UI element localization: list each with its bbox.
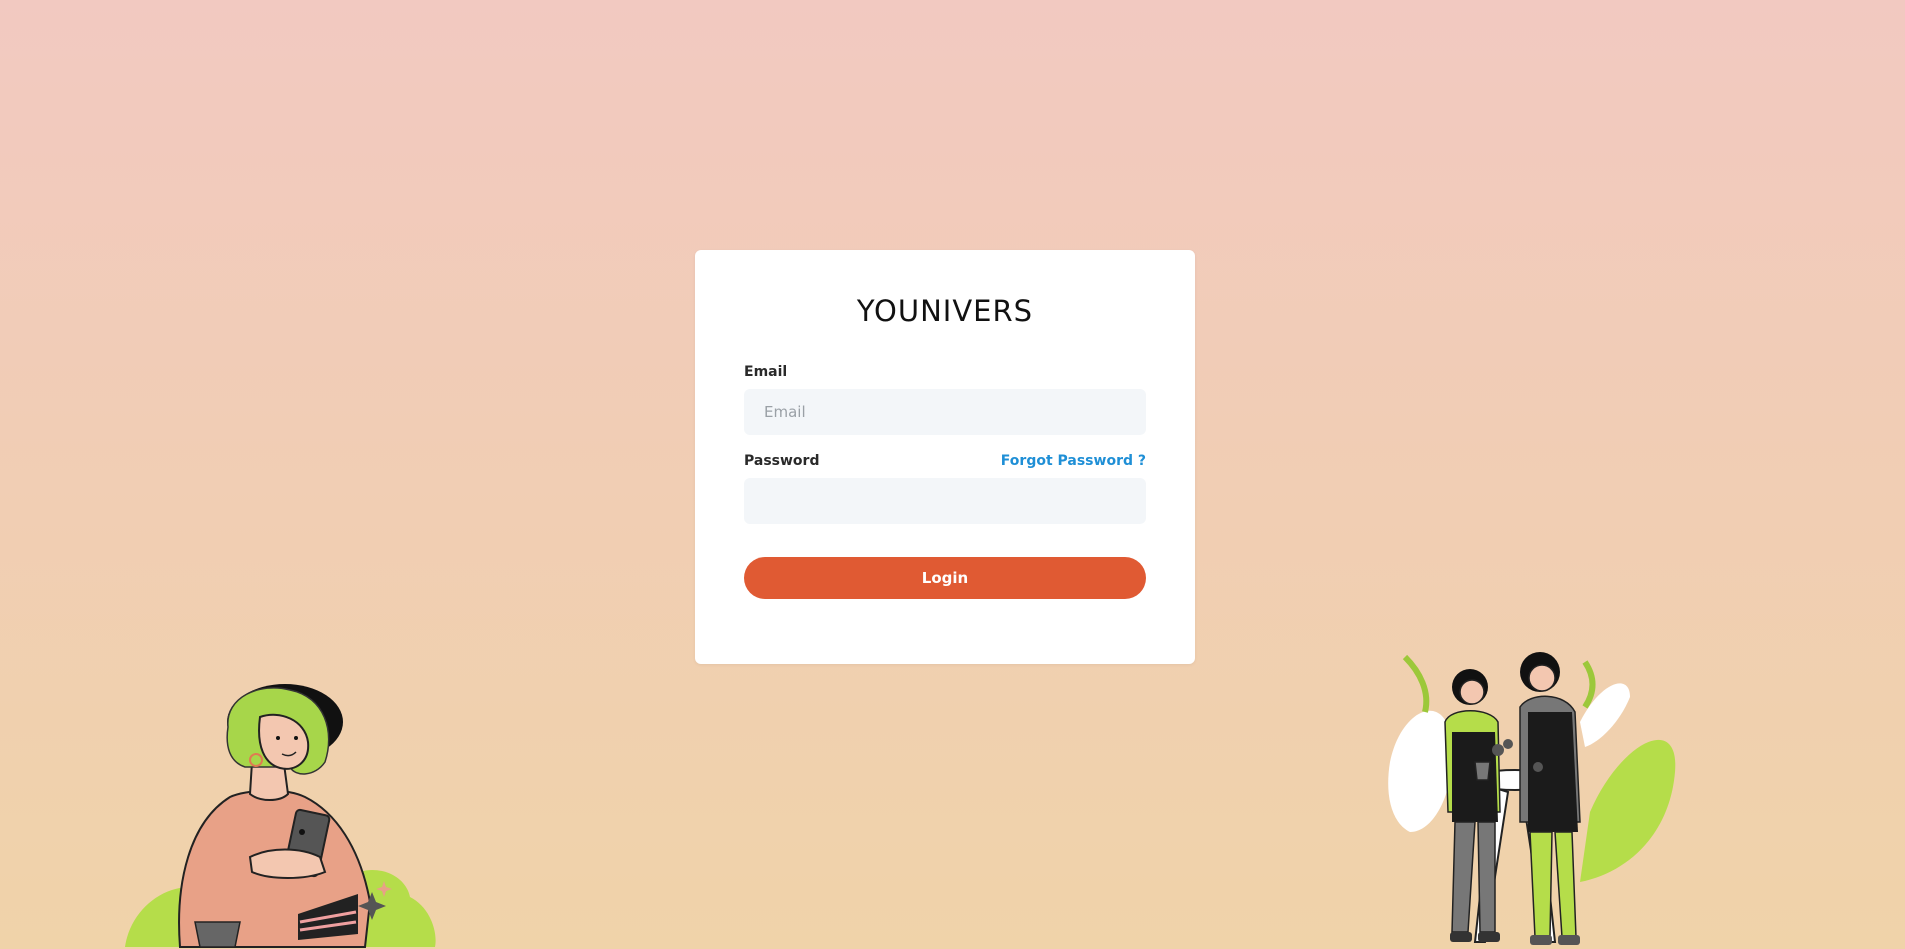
brand-title: YOUNIVERS bbox=[856, 294, 1034, 328]
password-label: Password bbox=[744, 453, 820, 469]
login-button[interactable]: Login bbox=[744, 557, 1146, 599]
two-women-with-plant-illustration bbox=[1388, 652, 1676, 945]
login-card: YOUNIVERS Email Password Forgot Password… bbox=[695, 250, 1195, 664]
woman-with-phone-illustration bbox=[125, 684, 436, 948]
forgot-password-link[interactable]: Forgot Password ? bbox=[1001, 453, 1146, 469]
password-input[interactable] bbox=[744, 478, 1146, 524]
email-input[interactable] bbox=[744, 389, 1146, 435]
email-label: Email bbox=[744, 364, 788, 380]
